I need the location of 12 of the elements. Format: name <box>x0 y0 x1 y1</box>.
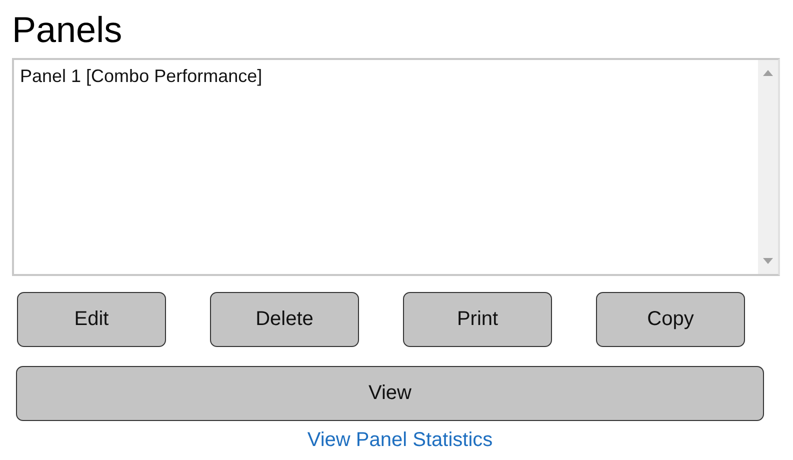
scroll-down-icon[interactable] <box>763 258 773 264</box>
action-button[interactable]: Copy <box>596 292 745 347</box>
statistics-link[interactable]: View Panel Statistics <box>307 429 493 451</box>
action-button[interactable]: Edit <box>17 292 166 347</box>
action-button[interactable]: Delete <box>210 292 359 347</box>
panels-listbox[interactable]: Panel 1 [Combo Performance] <box>12 58 780 276</box>
page-title: Panels <box>12 8 124 52</box>
scroll-up-icon[interactable] <box>763 70 773 76</box>
scrollbar[interactable] <box>758 60 778 274</box>
list-item[interactable]: Panel 1 [Combo Performance] <box>20 65 752 87</box>
view-button[interactable]: View <box>16 366 764 421</box>
action-button[interactable]: Print <box>403 292 552 347</box>
